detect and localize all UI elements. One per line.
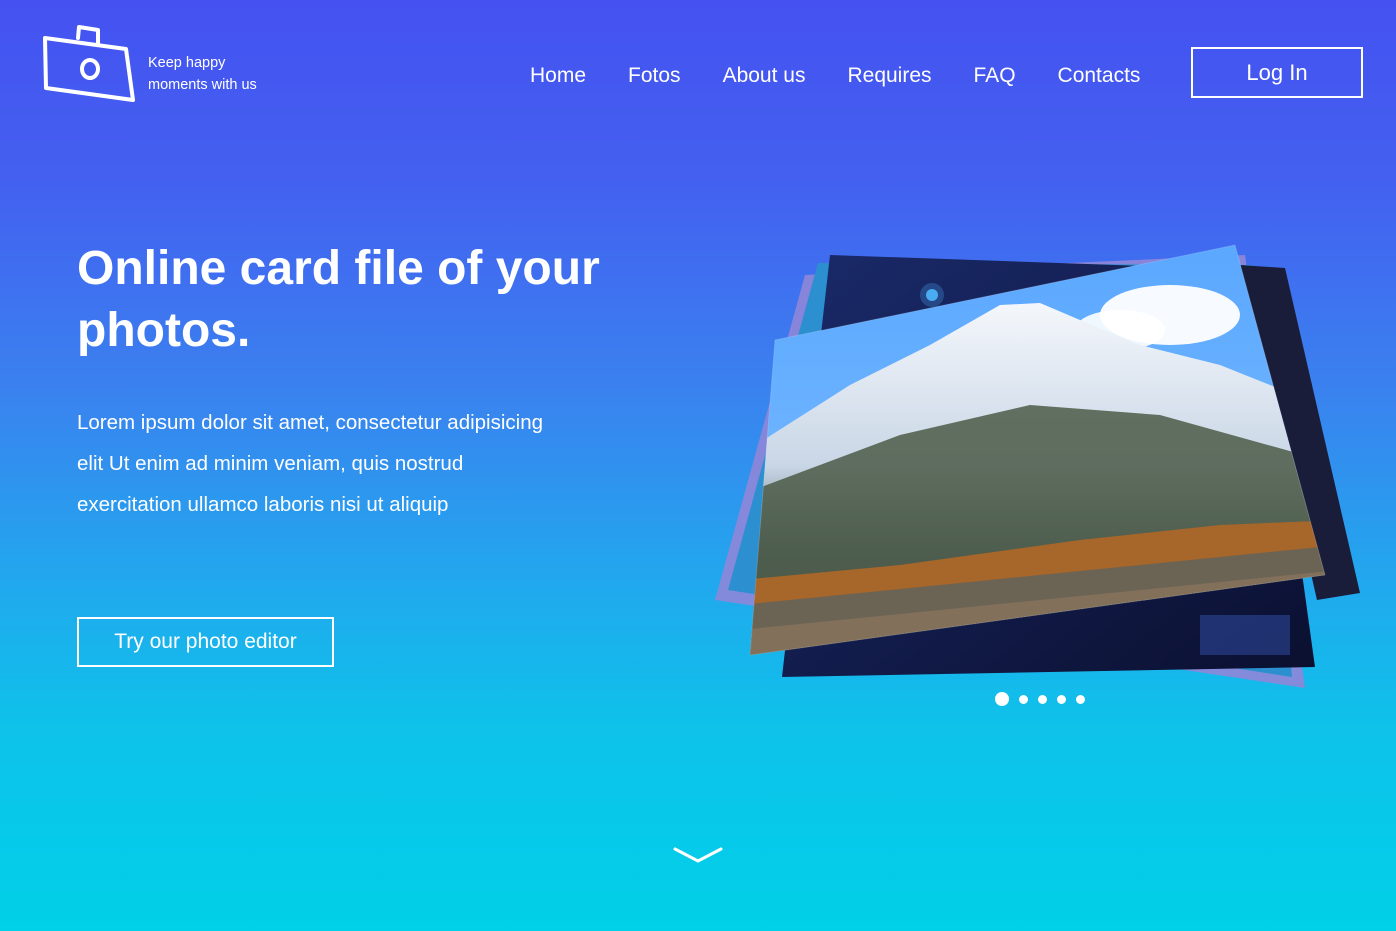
nav-home[interactable]: Home bbox=[530, 62, 586, 90]
nav-fotos[interactable]: Fotos bbox=[628, 62, 681, 90]
photo-stack-graphic bbox=[715, 244, 1360, 688]
scroll-down-button[interactable] bbox=[672, 844, 724, 866]
carousel-dot-4[interactable] bbox=[1057, 694, 1066, 704]
carousel-dot-1[interactable] bbox=[995, 692, 1009, 706]
carousel-dots bbox=[995, 692, 1085, 706]
camera-bag-icon bbox=[43, 25, 135, 102]
hero-title: Online card file of your photos. bbox=[77, 242, 600, 357]
carousel-dot-2[interactable] bbox=[1019, 694, 1028, 704]
carousel-dot-5[interactable] bbox=[1076, 694, 1085, 704]
carousel-dot-3[interactable] bbox=[1038, 694, 1047, 704]
chevron-down-icon bbox=[673, 847, 723, 863]
nav-about-us[interactable]: About us bbox=[723, 62, 806, 90]
nav-faq[interactable]: FAQ bbox=[974, 62, 1016, 90]
nav-requires[interactable]: Requires bbox=[847, 62, 931, 90]
photo-editor-button[interactable]: Try our photo editor bbox=[77, 617, 334, 667]
hero-description: Lorem ipsum dolor sit amet, consectetur … bbox=[77, 411, 544, 516]
login-button[interactable]: Log In bbox=[1191, 47, 1363, 98]
nav-contacts[interactable]: Contacts bbox=[1058, 62, 1141, 90]
main-nav: Home Fotos About us Requires FAQ Contact… bbox=[530, 62, 1140, 90]
photo-stack[interactable] bbox=[700, 235, 1380, 705]
logo[interactable]: Keep happy moments with us bbox=[40, 24, 280, 104]
logo-tagline: Keep happy moments with us bbox=[148, 55, 257, 93]
